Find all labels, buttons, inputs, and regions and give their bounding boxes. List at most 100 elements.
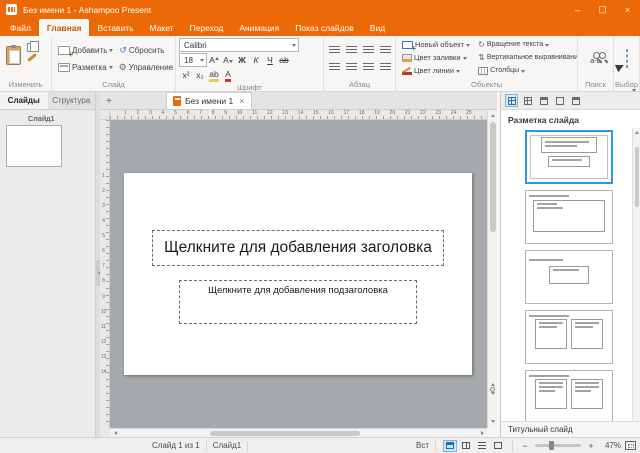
slide-thumbnail[interactable] xyxy=(6,125,62,167)
format-painter-icon[interactable] xyxy=(27,53,37,62)
subtitle-placeholder[interactable]: Щелкните для добавления подзаголовка xyxy=(179,280,417,324)
text-rotation-button[interactable]: ↻ Вращение текста xyxy=(475,38,575,51)
panel-scroll-thumb[interactable] xyxy=(635,147,639,207)
view-outline-button[interactable] xyxy=(491,440,505,452)
align-right-button[interactable] xyxy=(361,43,375,57)
underline-button[interactable]: Ч xyxy=(263,53,277,67)
slides-sidebar: Слайды Структура Слайд1 xyxy=(0,92,96,437)
justify-button[interactable] xyxy=(378,43,392,57)
vertical-align-button[interactable]: ⇅ Вертикальное выравнивание xyxy=(475,51,575,64)
bold-button[interactable]: Ж xyxy=(235,53,249,67)
manage-slides-button[interactable]: ⚙ Управление xyxy=(116,60,176,75)
shrink-font-button[interactable]: А xyxy=(221,53,235,67)
font-family-combo[interactable]: Calibri xyxy=(179,38,299,52)
grow-font-button[interactable]: А xyxy=(207,53,221,67)
tab-close-icon[interactable]: × xyxy=(239,96,244,106)
close-button[interactable]: × xyxy=(615,0,640,19)
menu-item-insert[interactable]: Вставить xyxy=(89,19,141,36)
panel-tab-transitions[interactable] xyxy=(569,94,582,107)
reset-slide-button[interactable]: ↺ Сбросить xyxy=(116,43,167,58)
scroll-up-button[interactable] xyxy=(488,110,498,120)
numbered-list-button[interactable] xyxy=(344,60,358,74)
indent-button[interactable] xyxy=(378,60,392,74)
slide-canvas[interactable]: Щелкните для добавления заголовка Щелкни… xyxy=(110,120,487,428)
maximize-button[interactable]: ▢ xyxy=(590,0,615,19)
selection-cursor-icon xyxy=(626,49,628,68)
layout-thumbnail-title-content[interactable] xyxy=(525,190,613,244)
menu-item-file[interactable]: Файл xyxy=(2,19,39,36)
font-size-combo[interactable]: 18 xyxy=(179,53,207,67)
line-color-button[interactable]: Цвет линии xyxy=(399,64,473,77)
document-tab[interactable]: Без имени 1 × xyxy=(166,92,252,109)
vertical-scrollbar[interactable] xyxy=(487,110,497,428)
fit-to-window-button[interactable] xyxy=(625,441,636,450)
panel-scroll-up-button[interactable] xyxy=(633,128,640,137)
subscript-button[interactable]: х₂ xyxy=(193,68,207,82)
view-normal-button[interactable] xyxy=(443,440,457,452)
horizontal-scroll-thumb[interactable] xyxy=(210,431,360,436)
panel-tab-layouts[interactable] xyxy=(505,94,518,107)
panel-scrollbar[interactable] xyxy=(632,128,640,421)
menu-item-animation[interactable]: Анимация xyxy=(231,19,287,36)
tab-outline[interactable]: Структура xyxy=(48,92,96,109)
align-left-button[interactable] xyxy=(327,43,341,57)
layout-thumbnail-two-content[interactable] xyxy=(525,310,613,364)
new-tab-button[interactable]: + xyxy=(102,94,116,108)
horizontal-ruler[interactable]: 1234567891011121314151617181920212223242… xyxy=(110,110,487,120)
zoom-out-button[interactable]: − xyxy=(519,441,531,451)
horizontal-scrollbar[interactable] xyxy=(110,428,487,437)
previous-object-button[interactable] xyxy=(491,366,495,384)
layout-thumbnail-comparison[interactable] xyxy=(525,370,613,421)
new-object-button[interactable]: Новый объект xyxy=(399,38,473,51)
zoom-slider[interactable] xyxy=(535,444,581,447)
panel-tab-colors[interactable] xyxy=(537,94,550,107)
select-mode-button[interactable] xyxy=(626,50,628,68)
copy-icon[interactable] xyxy=(27,43,34,52)
paste-button[interactable] xyxy=(3,38,24,72)
layout-thumbnail-content-only[interactable] xyxy=(525,250,613,304)
align-center-button[interactable] xyxy=(344,43,358,57)
zoom-in-button[interactable]: + xyxy=(585,441,597,451)
superscript-button[interactable]: х² xyxy=(179,68,193,82)
strikethrough-button[interactable]: ab xyxy=(277,53,291,67)
normal-view-icon xyxy=(446,442,454,449)
menu-item-slideshow[interactable]: Показ слайдов xyxy=(287,19,362,36)
line-spacing-button[interactable] xyxy=(361,60,375,74)
menu-item-transition[interactable]: Переход xyxy=(182,19,232,36)
view-sorter-button[interactable] xyxy=(459,440,473,452)
minimize-button[interactable]: – xyxy=(565,0,590,19)
add-slide-button[interactable]: Добавить xyxy=(55,43,116,58)
slide[interactable]: Щелкните для добавления заголовка Щелкни… xyxy=(124,173,472,375)
layout-thumbnail-title-slide[interactable] xyxy=(525,130,613,184)
menu-item-layout[interactable]: Макет xyxy=(142,19,182,36)
view-notes-button[interactable] xyxy=(475,440,489,452)
slide-layout-button[interactable]: Разметка xyxy=(55,60,116,75)
ruler-origin xyxy=(100,110,110,120)
fill-color-button[interactable]: Цвет заливки xyxy=(399,51,473,64)
bullet-list-button[interactable] xyxy=(327,60,341,74)
titlebar: Без имени 1 - Ashampoo Present – ▢ × xyxy=(0,0,640,19)
selected-layout-name: Титульный слайд xyxy=(501,421,640,437)
zoom-slider-thumb[interactable] xyxy=(549,441,554,450)
zoom-level[interactable]: 47% xyxy=(597,441,621,450)
highlight-color-button[interactable]: ab xyxy=(207,68,221,82)
italic-button[interactable]: К xyxy=(249,53,263,67)
line-spacing-icon xyxy=(363,63,374,72)
panel-more-button[interactable] xyxy=(632,92,636,110)
separator xyxy=(435,441,436,451)
title-placeholder[interactable]: Щелкните для добавления заголовка xyxy=(152,230,444,266)
panel-tab-animations[interactable] xyxy=(553,94,566,107)
next-object-button[interactable] xyxy=(491,395,495,413)
insert-mode-indicator[interactable]: Вст xyxy=(416,441,429,450)
menu-item-home[interactable]: Главная xyxy=(39,19,90,36)
vertical-ruler[interactable]: 1234567891011121314 xyxy=(100,120,110,428)
arrow-up-icon xyxy=(491,112,495,117)
vertical-scroll-thumb[interactable] xyxy=(490,122,496,232)
group-label-slide: Слайд xyxy=(52,79,175,91)
font-color-button[interactable]: А xyxy=(221,68,235,82)
panel-tab-designs[interactable] xyxy=(521,94,534,107)
menu-item-view[interactable]: Вид xyxy=(362,19,393,36)
tab-slides[interactable]: Слайды xyxy=(0,92,48,109)
scroll-down-button[interactable] xyxy=(488,416,498,426)
columns-button[interactable]: Столбцы xyxy=(475,64,575,77)
